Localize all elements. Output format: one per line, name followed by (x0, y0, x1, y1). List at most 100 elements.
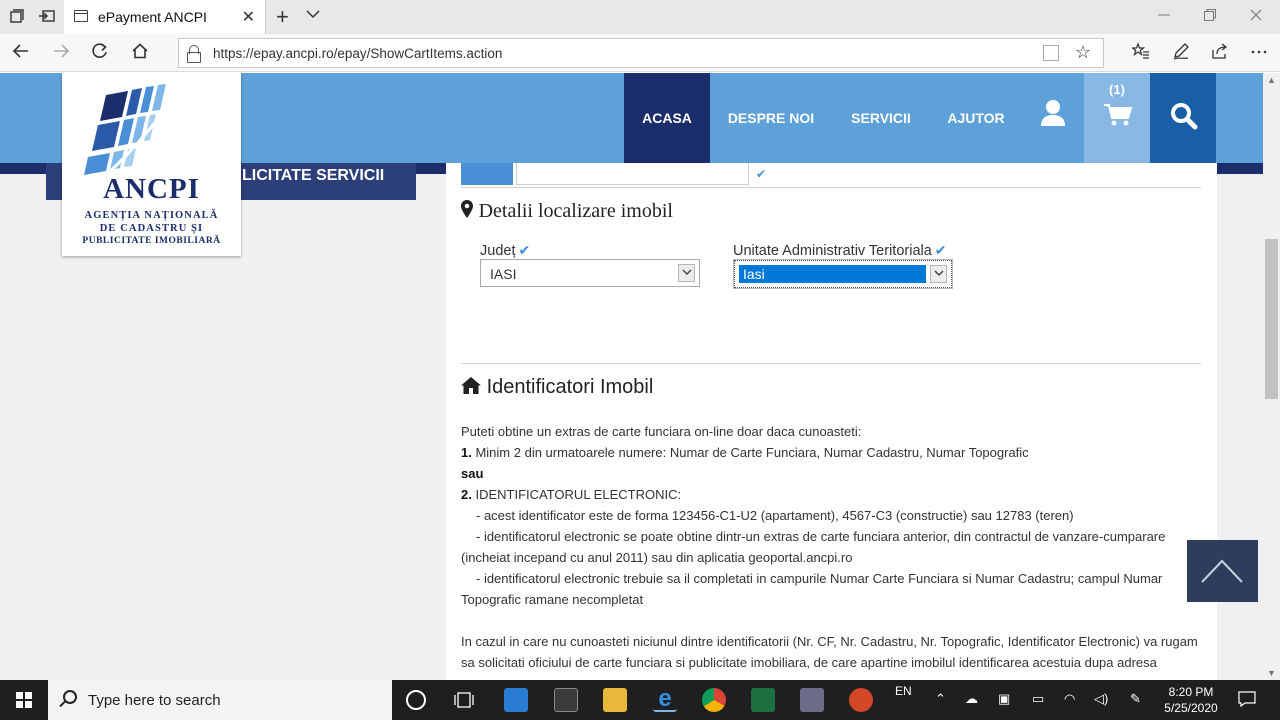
unknown-identifiers-line1: In cazul in care nu cunoasteti niciunul … (461, 634, 1198, 649)
language-indicator[interactable]: EN (895, 684, 912, 698)
close-window-button[interactable] (1250, 6, 1262, 27)
ancpi-logo[interactable]: ANCPI AGENȚIA NAȚIONALĂ DE CADASTRU ȘI P… (62, 73, 241, 256)
cortana-icon[interactable] (406, 690, 426, 710)
nav-acasa[interactable]: ACASA (624, 73, 710, 163)
uat-value: Iasi (739, 265, 926, 283)
back-to-top-button[interactable] (1187, 540, 1258, 602)
address-bar[interactable]: https://epay.ancpi.ro/epay/ShowCartItems… (178, 38, 1104, 68)
more-icon[interactable] (1250, 42, 1268, 64)
judet-value: IASI (490, 266, 517, 282)
chrome-icon[interactable] (702, 688, 726, 712)
option-1-text: Minim 2 din urmatoarele numere: Numar de… (475, 445, 1029, 460)
store-app-icon[interactable] (554, 688, 578, 712)
unknown-identifiers-line2: sa solicitati oficiului de carte funciar… (461, 655, 1157, 670)
notifications-icon[interactable] (1238, 690, 1256, 713)
chevron-down-icon[interactable] (930, 265, 947, 283)
wifi-icon[interactable]: ◠ (1064, 691, 1075, 707)
check-icon: ✔ (518, 242, 531, 258)
location-title-text: Detalii localizare imobil (478, 200, 673, 222)
identifiers-section-title: Identificatori Imobil (461, 376, 653, 400)
uat-label-text: Unitate Administrativ Teritoriala (733, 243, 932, 259)
logo-line-3: PUBLICITATE IMOBILIARĂ (82, 236, 221, 246)
nav-despre-noi[interactable]: DESPRE NOI (716, 73, 826, 163)
main-content: ✔ Detalii localizare imobil Județ ✔ IASI … (446, 163, 1217, 680)
tab-aside-icon[interactable] (38, 8, 56, 26)
uat-select[interactable]: Iasi (734, 260, 952, 288)
excel-icon[interactable] (751, 688, 775, 712)
divider (461, 187, 1201, 188)
bullet-fill-line1: - identificatorul electronic trebuie sa … (476, 571, 1163, 586)
logo-mark-icon (84, 82, 186, 177)
partial-input[interactable] (516, 163, 749, 185)
windows-icon[interactable] (16, 692, 32, 708)
chevron-up-icon (1201, 559, 1243, 583)
taskbar-clock[interactable]: 8:20 PM 5/25/2020 (1160, 684, 1222, 716)
file-explorer-icon[interactable] (603, 688, 627, 712)
edge-browser-icon[interactable]: e (653, 687, 677, 712)
check-icon: ✔ (756, 167, 767, 181)
scroll-up-icon[interactable]: ▲ (1267, 75, 1276, 85)
clock-time: 8:20 PM (1168, 685, 1214, 699)
scroll-down-icon[interactable]: ▼ (1267, 668, 1276, 678)
option-2-text: IDENTIFICATORUL ELECTRONIC: (475, 487, 682, 502)
judet-label: Județ ✔ (480, 242, 530, 259)
favorite-star-icon[interactable]: ☆ (1075, 42, 1091, 63)
save-app-icon[interactable] (800, 688, 824, 712)
browser-toolbar: https://epay.ancpi.ro/epay/ShowCartItems… (0, 34, 1280, 72)
home-icon[interactable] (131, 42, 149, 64)
powerpoint-icon[interactable] (849, 688, 873, 712)
pen-workspace-icon[interactable]: ✎ (1130, 691, 1141, 707)
tab-title: ePayment ANCPI (98, 9, 207, 25)
url-text[interactable]: https://epay.ancpi.ro/epay/ShowCartItems… (213, 46, 502, 61)
new-tab-button[interactable]: + (276, 4, 289, 30)
nav-ajutor[interactable]: AJUTOR (936, 73, 1016, 163)
logo-brand: ANCPI (103, 173, 200, 205)
tab-actions-icon[interactable] (8, 8, 26, 26)
close-tab-icon[interactable]: ✕ (242, 7, 255, 27)
identifiers-title-text: Identificatori Imobil (486, 376, 654, 398)
onedrive-icon[interactable]: ☁ (965, 691, 978, 707)
share-icon[interactable] (1211, 42, 1229, 64)
forward-arrow-icon[interactable] (52, 42, 70, 64)
mail-app-icon[interactable] (504, 688, 528, 712)
windows-taskbar: Type here to search e EN ⌃ ☁ ▣ ▭ ◠ ◁) ✎ … (0, 680, 1280, 720)
map-marker-icon (461, 200, 473, 224)
lock-icon (187, 45, 201, 63)
page-scrollbar[interactable]: ▲ ▼ (1263, 73, 1280, 680)
cart-icon (1104, 103, 1133, 132)
restore-button[interactable] (1204, 6, 1216, 27)
divider (461, 363, 1201, 364)
nav-servicii[interactable]: SERVICII (838, 73, 924, 163)
logo-line-1: AGENȚIA NAȚIONALĂ (84, 210, 219, 221)
battery-icon[interactable]: ▭ (1032, 691, 1044, 707)
option-1: 1. Minim 2 din urmatoarele numere: Numar… (461, 442, 1029, 463)
user-icon[interactable] (1040, 99, 1066, 132)
or-label: sau (461, 466, 484, 481)
tray-chevron-icon[interactable]: ⌃ (935, 691, 946, 707)
house-icon (461, 377, 481, 400)
minimize-button[interactable] (1158, 6, 1170, 27)
uat-label: Unitate Administrativ Teritoriala ✔ (733, 242, 947, 259)
pen-icon[interactable] (1172, 42, 1190, 64)
favorites-hub-icon[interactable] (1130, 42, 1150, 64)
volume-icon[interactable]: ◁) (1094, 691, 1108, 707)
bullet-format: - acest identificator este de forma 1234… (476, 508, 1074, 523)
option-2-number: 2. (461, 487, 472, 502)
chevron-down-icon[interactable] (678, 264, 695, 282)
tab-list-chevron-icon[interactable] (306, 6, 320, 22)
browser-tab[interactable]: ePayment ANCPI ✕ (64, 0, 266, 34)
location-section-title: Detalii localizare imobil (461, 200, 673, 224)
refresh-icon[interactable] (91, 42, 109, 64)
check-icon: ✔ (934, 242, 947, 258)
back-arrow-icon[interactable] (12, 42, 30, 64)
partial-button[interactable] (461, 163, 513, 185)
header-search-button[interactable] (1150, 73, 1216, 163)
taskbar-search[interactable]: Type here to search (48, 680, 392, 720)
task-view-icon[interactable] (454, 690, 474, 715)
reading-view-icon[interactable] (1043, 45, 1059, 61)
intro-text: Puteti obtine un extras de carte funciar… (461, 424, 862, 439)
device-icon[interactable]: ▣ (998, 691, 1010, 707)
scrollbar-thumb[interactable] (1265, 239, 1278, 399)
judet-select[interactable]: IASI (480, 259, 700, 287)
cart-button[interactable]: (1) (1084, 73, 1150, 163)
